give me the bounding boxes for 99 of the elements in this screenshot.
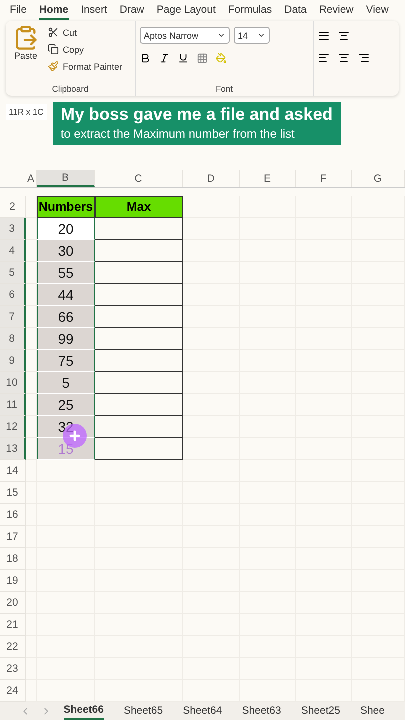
clipboard-command[interactable]: Cut [48, 24, 123, 41]
menu-tab[interactable]: Draw [120, 0, 144, 20]
empty-cell [37, 460, 95, 482]
sheet-tab[interactable]: Sheet25 [301, 703, 340, 719]
font-size-field[interactable]: 14 [234, 27, 270, 44]
row-header[interactable]: 8 [0, 328, 26, 350]
menu-tab[interactable]: Page Layout [156, 0, 216, 20]
underline-icon[interactable] [178, 53, 189, 64]
header-cell: Max [95, 196, 183, 218]
number-cell: 20 [37, 218, 95, 240]
row-header[interactable]: 16 [0, 504, 26, 526]
row-header[interactable]: 3 [0, 218, 26, 240]
sheet-tab[interactable]: Sheet65 [124, 703, 164, 719]
menu-tab[interactable]: View [366, 0, 389, 20]
menu-tab[interactable]: Data [284, 0, 307, 20]
caption-subtitle: to extract the Maximum number from the list [60, 126, 296, 141]
paste-button[interactable]: Paste [10, 24, 42, 84]
menu-tab[interactable]: Insert [81, 0, 108, 20]
group-label: Clipboard [51, 84, 90, 94]
number-cell: 99 [37, 328, 95, 350]
number-cell: 30 [37, 240, 95, 262]
column-header[interactable]: G [352, 170, 405, 187]
sheet-tab[interactable]: Shee [360, 703, 385, 719]
align-middle-icon[interactable] [338, 30, 350, 42]
row-header[interactable]: 9 [0, 350, 26, 372]
column-header[interactable]: C [95, 170, 183, 187]
align-right-icon[interactable] [358, 52, 370, 64]
clipboard-command[interactable]: Copy [48, 42, 123, 58]
font-name-field[interactable]: Aptos Narrow [140, 27, 230, 44]
header-cell: Numbers [37, 196, 95, 218]
row-header[interactable]: 20 [0, 592, 26, 614]
number-cell: 75 [37, 350, 95, 372]
empty-cell [26, 658, 37, 680]
borders-icon[interactable] [197, 53, 208, 64]
align-top-icon[interactable] [318, 30, 330, 42]
empty-cell [26, 548, 37, 570]
empty-cell [183, 284, 240, 306]
name-box[interactable]: 11R x 1C [6, 104, 47, 120]
menu-tab[interactable]: Formulas [228, 0, 272, 20]
number-cell: 55 [37, 262, 95, 284]
align-center-icon[interactable] [338, 52, 350, 64]
column-header[interactable]: B [37, 170, 95, 187]
empty-cell [183, 218, 240, 240]
empty-cell [26, 614, 37, 636]
menu-tab[interactable]: Review [319, 0, 354, 20]
column-header[interactable]: F [296, 170, 352, 187]
empty-cell [183, 416, 240, 438]
empty-cell [183, 394, 240, 416]
menu-tab[interactable]: File [10, 0, 27, 20]
empty-cell [183, 372, 240, 394]
empty-cell [26, 592, 37, 614]
empty-cell [183, 306, 240, 328]
row-header[interactable]: 14 [0, 460, 26, 482]
bold-icon[interactable] [140, 53, 151, 64]
sheet-tab[interactable]: Sheet66 [64, 702, 104, 720]
row-header[interactable]: 10 [0, 372, 26, 394]
group-label: Font [214, 84, 234, 94]
column-header[interactable]: D [183, 170, 240, 187]
fill-color-icon[interactable] [216, 53, 227, 64]
scissors-icon [48, 27, 59, 38]
row-header[interactable]: 19 [0, 570, 26, 592]
row-header[interactable]: 23 [0, 658, 26, 680]
empty-cell [183, 240, 240, 262]
row-header[interactable]: 21 [0, 614, 26, 636]
row-header[interactable]: 15 [0, 482, 26, 504]
empty-cell [183, 438, 240, 460]
align-left-icon[interactable] [318, 52, 330, 64]
empty-cell [183, 328, 240, 350]
row-header[interactable]: 22 [0, 636, 26, 658]
empty-cell [26, 504, 37, 526]
sheet-tab[interactable]: Sheet63 [242, 703, 282, 719]
row-header[interactable]: 18 [0, 548, 26, 570]
number-cell: 66 [37, 306, 95, 328]
row-header[interactable]: 7 [0, 306, 26, 328]
caption-title: My boss gave me a file and asked [60, 104, 333, 125]
row-header[interactable]: 13 [0, 438, 26, 460]
empty-cell [26, 460, 37, 482]
empty-cell [183, 460, 240, 482]
empty-cell [26, 482, 37, 504]
row-header[interactable]: 12 [0, 416, 26, 438]
empty-cell [26, 636, 37, 658]
clipboard-command[interactable]: Format Painter [48, 58, 123, 75]
row-header[interactable]: 6 [0, 284, 26, 306]
column-header[interactable]: E [240, 170, 296, 187]
empty-cell [26, 570, 37, 592]
number-cell: 44 [37, 284, 95, 306]
empty-cell [183, 350, 240, 372]
number-cell: 5 [37, 372, 95, 394]
sheet-tab[interactable]: Sheet64 [183, 703, 222, 719]
number-cell: 25 [37, 394, 95, 416]
row-header[interactable]: 17 [0, 526, 26, 548]
empty-cell [26, 526, 37, 548]
copy-icon [48, 44, 59, 56]
empty-cell [183, 262, 240, 284]
brush-icon [48, 61, 59, 72]
row-header[interactable]: 11 [0, 394, 26, 416]
italic-icon[interactable] [159, 53, 170, 64]
row-header[interactable]: 4 [0, 240, 26, 262]
row-header[interactable]: 5 [0, 262, 26, 284]
